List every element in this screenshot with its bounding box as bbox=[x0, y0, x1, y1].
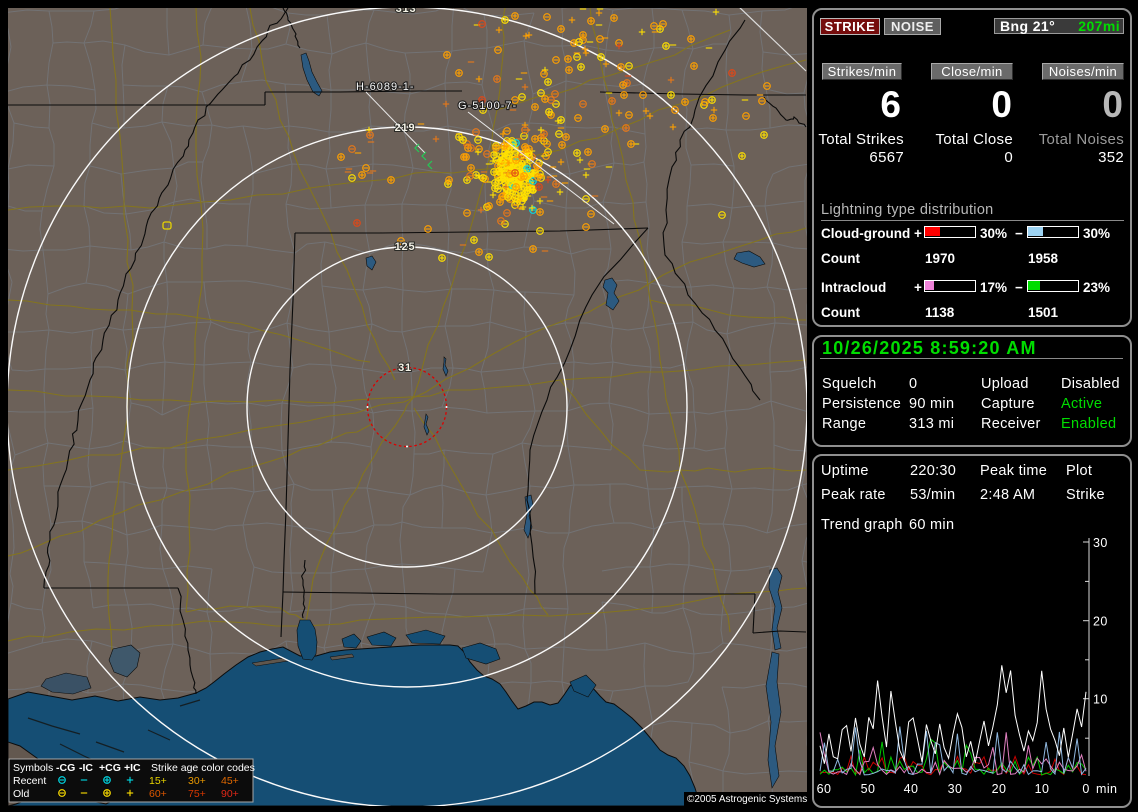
svg-text:min: min bbox=[1096, 782, 1117, 796]
svg-text:30: 30 bbox=[948, 782, 963, 796]
svg-text:60+: 60+ bbox=[149, 788, 167, 800]
svg-text:H-6089-1-: H-6089-1- bbox=[356, 81, 415, 93]
svg-text:15+: 15+ bbox=[149, 775, 167, 787]
svg-text:50: 50 bbox=[861, 782, 876, 796]
svg-text:40: 40 bbox=[904, 782, 919, 796]
svg-text:75+: 75+ bbox=[188, 788, 206, 800]
svg-text:+CG: +CG bbox=[99, 762, 121, 774]
svg-text:G-5100-7-: G-5100-7- bbox=[458, 100, 517, 112]
svg-text:30: 30 bbox=[1093, 536, 1108, 550]
svg-text:+IC: +IC bbox=[124, 762, 141, 774]
svg-text:45+: 45+ bbox=[221, 775, 239, 787]
svg-text:313: 313 bbox=[396, 8, 417, 15]
svg-text:-CG: -CG bbox=[56, 762, 75, 774]
svg-text:30+: 30+ bbox=[188, 775, 206, 787]
svg-text:10: 10 bbox=[1035, 782, 1050, 796]
svg-text:60: 60 bbox=[817, 782, 832, 796]
svg-text:20: 20 bbox=[1093, 615, 1108, 629]
svg-text:©2005 Astrogenic Systems: ©2005 Astrogenic Systems bbox=[687, 794, 807, 805]
svg-text:125: 125 bbox=[395, 241, 416, 253]
svg-text:90+: 90+ bbox=[221, 788, 239, 800]
svg-text:10: 10 bbox=[1093, 693, 1108, 707]
svg-text:Symbols: Symbols bbox=[13, 762, 53, 774]
svg-text:Old: Old bbox=[13, 788, 30, 800]
svg-text:31: 31 bbox=[398, 362, 412, 374]
svg-text:Recent: Recent bbox=[13, 775, 46, 787]
svg-text:Strike age color codes: Strike age color codes bbox=[151, 762, 255, 774]
svg-text:20: 20 bbox=[992, 782, 1007, 796]
svg-text:-IC: -IC bbox=[79, 762, 93, 774]
svg-text:0: 0 bbox=[1082, 782, 1089, 796]
